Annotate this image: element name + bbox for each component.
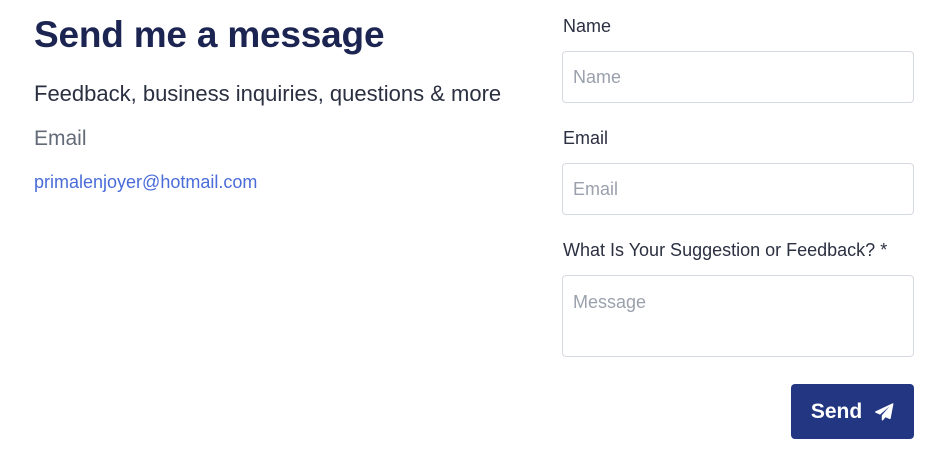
send-button-label: Send — [810, 399, 863, 423]
email-input[interactable] — [562, 163, 914, 215]
page-subtitle: Feedback, business inquiries, questions … — [34, 81, 502, 106]
name-input[interactable] — [562, 51, 914, 103]
email-heading: Email — [34, 127, 87, 150]
email-label: Email — [563, 128, 609, 148]
message-textarea[interactable] — [562, 275, 914, 357]
send-button[interactable]: Send — [791, 384, 914, 439]
message-label: What Is Your Suggestion or Feedback? * — [563, 240, 888, 260]
contact-page: Send me a message Feedback, business inq… — [0, 0, 947, 452]
page-title: Send me a message — [34, 14, 385, 55]
email-link[interactable]: primalenjoyer@hotmail.com — [34, 172, 257, 193]
paper-plane-icon — [874, 402, 894, 422]
name-label: Name — [563, 16, 612, 36]
